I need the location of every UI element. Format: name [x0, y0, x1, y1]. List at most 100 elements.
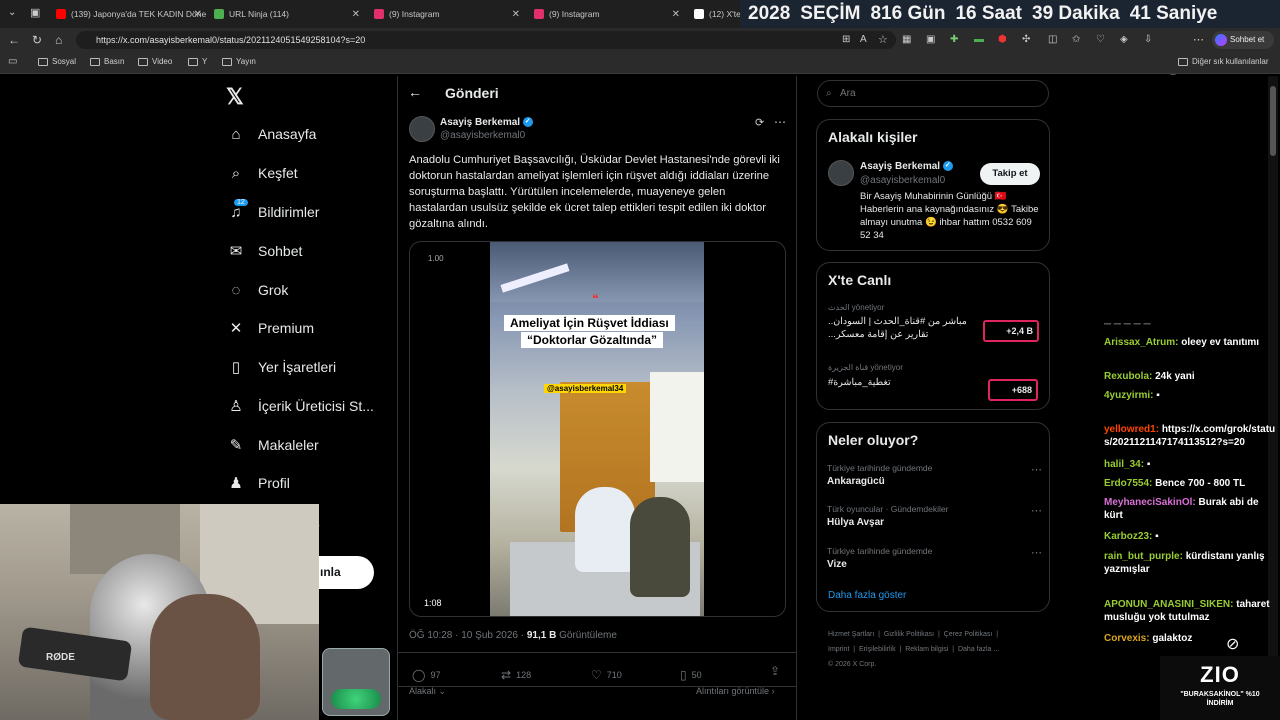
- bookmark-button[interactable]: ▯ 50: [680, 668, 702, 682]
- view-quotes-link[interactable]: Alıntıları görüntüle ›: [696, 686, 775, 696]
- favorite-star-icon[interactable]: ☆: [878, 33, 888, 46]
- mail-icon: ✉: [229, 243, 243, 260]
- grok-logo-icon: ⊘: [1226, 636, 1240, 653]
- footer-link[interactable]: Reklam bilgisi: [905, 646, 948, 653]
- more-options-icon[interactable]: ⋯: [1031, 463, 1042, 476]
- nav-premium[interactable]: ✕ Premium: [228, 316, 314, 340]
- trend-item[interactable]: Türkiye tarihinde gündemde Vize ⋯: [827, 546, 1042, 570]
- split-screen-icon[interactable]: ◫: [1048, 34, 1057, 45]
- related-avatar[interactable]: [828, 160, 854, 186]
- reload-icon[interactable]: ↻: [32, 33, 42, 47]
- related-name-row[interactable]: Asayiş Berkemal ✓: [860, 161, 953, 172]
- close-tab-icon[interactable]: ✕: [672, 9, 680, 20]
- favorites-icon[interactable]: ✩: [1072, 34, 1080, 45]
- other-bookmarks[interactable]: Diğer sık kullanılanlar: [1178, 57, 1268, 66]
- sidebar-toggle-icon[interactable]: ▭: [8, 56, 17, 67]
- repost-button[interactable]: ⇄ 128: [501, 668, 531, 682]
- more-menu-icon[interactable]: ⋯: [1193, 33, 1204, 46]
- chat-message: yellowred1: https://x.com/grok/status/20…: [1104, 423, 1276, 449]
- grok-explain-icon[interactable]: ⟳: [755, 116, 764, 129]
- candy-jar: [322, 648, 390, 716]
- relevance-sort[interactable]: Alakalı ⌄: [409, 686, 446, 697]
- footer-link[interactable]: Gizlilik Politikası: [884, 631, 934, 638]
- bookmark-label: Basın: [104, 57, 125, 66]
- trend-item[interactable]: Türk oyuncular · Gündemdekiler Hülya Avş…: [827, 504, 1042, 528]
- nav-bookmarks[interactable]: ▯ Yer İşaretleri: [228, 355, 336, 379]
- workspaces-icon[interactable]: ▣: [30, 6, 40, 19]
- back-arrow-icon[interactable]: ←: [408, 84, 422, 100]
- nav-profile[interactable]: ♟ Profil: [228, 471, 290, 495]
- nav-creator-studio[interactable]: ♙ İçerik Üreticisi St...: [228, 394, 374, 418]
- zoom-icon[interactable]: A: [860, 34, 867, 45]
- tab-5[interactable]: (12) X'te: [694, 4, 742, 24]
- bookmark-folder-video[interactable]: Video: [138, 57, 172, 66]
- chat-user: Karboz23:: [1104, 531, 1153, 542]
- trend-item[interactable]: Türkiye tarihinde gündemde Ankaragücü ⋯: [827, 463, 1042, 487]
- nav-label: Anasayfa: [258, 126, 317, 142]
- footer-link[interactable]: Hizmet Şartları: [828, 631, 874, 638]
- author-avatar[interactable]: [409, 116, 435, 142]
- live-item-2[interactable]: قناة الجزيرة yönetiyor #تغطية_مباشرة +68…: [828, 363, 1040, 401]
- trend-context: Türk oyuncular · Gündemdekiler: [827, 504, 949, 514]
- x-logo-icon[interactable]: 𝕏: [226, 84, 244, 110]
- downloads-icon[interactable]: ⇩: [1144, 34, 1152, 45]
- search-input[interactable]: ⌕ Ara: [817, 80, 1049, 107]
- collections-icon[interactable]: ♡: [1096, 34, 1105, 45]
- chat-button[interactable]: Sohbet et: [1212, 31, 1274, 49]
- tab-1[interactable]: (139) Japonya'da TEK KADIN Döne ✕: [56, 4, 206, 24]
- playback-speed[interactable]: 1.00: [428, 254, 444, 263]
- close-tab-icon[interactable]: ✕: [194, 9, 202, 20]
- nav-explore[interactable]: ⌕ Keşfet: [228, 161, 298, 185]
- bookmark-folder-basin[interactable]: Basın: [90, 57, 124, 66]
- extension-icon[interactable]: ✚: [950, 34, 958, 45]
- tab-3[interactable]: (9) Instagram ✕: [374, 4, 524, 24]
- author-name-row[interactable]: Asayiş Berkemal ✓: [440, 117, 533, 128]
- back-icon[interactable]: ←: [8, 33, 20, 47]
- browser-essentials-icon[interactable]: ◈: [1120, 34, 1128, 45]
- nav-home[interactable]: ⌂ Anasayfa: [228, 122, 316, 146]
- nav-chat[interactable]: ✉ Sohbet: [228, 239, 303, 263]
- like-button[interactable]: ♡ 710: [591, 668, 622, 682]
- tab-2[interactable]: URL Ninja (114) ✕: [214, 4, 364, 24]
- scrollbar-thumb[interactable]: [1270, 86, 1276, 156]
- extension-icon[interactable]: ⬢: [998, 34, 1007, 45]
- url-input[interactable]: https://x.com/asayisberkemal0/status/202…: [76, 31, 896, 49]
- more-options-icon[interactable]: ⋯: [774, 115, 786, 129]
- show-more-link[interactable]: Daha fazla göster: [828, 590, 906, 601]
- more-options-icon[interactable]: ⋯: [1031, 546, 1042, 559]
- tab-4[interactable]: (9) Instagram ✕: [534, 4, 684, 24]
- creator-icon: ♙: [229, 398, 243, 415]
- close-tab-icon[interactable]: ✕: [352, 9, 360, 20]
- author-handle[interactable]: @asayisberkemal0: [440, 130, 525, 141]
- follow-button[interactable]: Takip et: [980, 163, 1040, 185]
- video-player[interactable]: 1.00 ❝ @asayisberkemal34 Ameliyat İçin R…: [409, 241, 786, 617]
- close-tab-icon[interactable]: ✕: [512, 9, 520, 20]
- trend-name: Ankaragücü: [827, 476, 885, 487]
- nav-articles[interactable]: ✎ Makaleler: [228, 433, 319, 457]
- extensions-puzzle-icon[interactable]: ✣: [1022, 34, 1030, 45]
- footer-link[interactable]: Daha fazla ...: [958, 646, 999, 653]
- bookmark-folder-sosyal[interactable]: Sosyal: [38, 57, 76, 66]
- more-options-icon[interactable]: ⋯: [1031, 504, 1042, 517]
- instagram-icon: [374, 9, 384, 19]
- reply-button[interactable]: ◯ 97: [412, 668, 440, 682]
- extension-icon[interactable]: ▣: [926, 34, 935, 45]
- extension-icon[interactable]: ▦: [902, 34, 911, 45]
- live-item-1[interactable]: الحدث yönetiyor مباشر من #قناة_الحدث | ا…: [828, 303, 1040, 342]
- share-icon[interactable]: ⇪: [770, 664, 780, 678]
- bookmark-label: Diğer sık kullanılanlar: [1192, 57, 1269, 66]
- translate-icon[interactable]: ⊞: [842, 34, 850, 45]
- chat-message: 4yuzyirmi: ▪: [1104, 389, 1276, 402]
- home-icon[interactable]: ⌂: [55, 33, 62, 47]
- footer-link[interactable]: Erişilebilirlik: [859, 646, 896, 653]
- bookmark-folder-yayin[interactable]: Yayın: [222, 57, 256, 66]
- bookmark-folder-y[interactable]: Y: [188, 57, 207, 66]
- extension-icon[interactable]: ▬: [974, 34, 984, 45]
- nav-notifications[interactable]: ♫ 12 Bildirimler: [228, 198, 319, 224]
- x-premium-icon: ✕: [229, 320, 243, 337]
- nav-grok[interactable]: ◌ Grok: [228, 278, 289, 302]
- related-handle[interactable]: @asayisberkemal0: [860, 175, 945, 186]
- footer-link[interactable]: Çerez Politikası: [944, 631, 993, 638]
- footer-link[interactable]: Imprint: [828, 646, 849, 653]
- tab-list-chevron-icon[interactable]: ⌄: [8, 7, 16, 18]
